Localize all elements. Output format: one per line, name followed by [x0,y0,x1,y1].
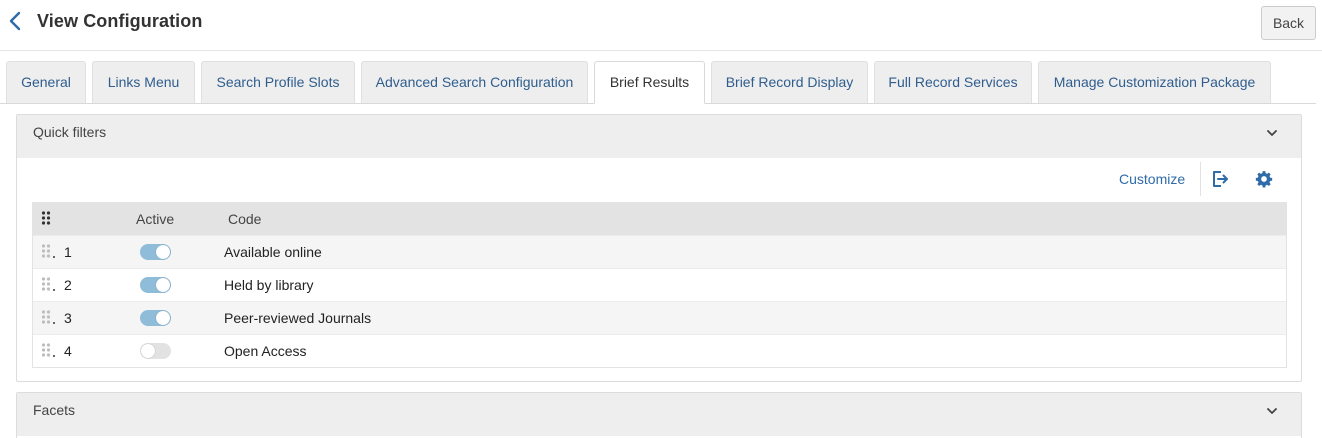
tab-general[interactable]: General [6,61,86,103]
tab-bar: General Links Menu Search Profile Slots … [0,61,1316,104]
tab-advanced-search-configuration[interactable]: Advanced Search Configuration [361,61,588,103]
drag-handle-icon[interactable] [41,309,51,325]
table-header: Active Code [33,203,1286,235]
customize-link[interactable]: Customize [1119,171,1185,187]
column-header-active: Active [136,211,175,227]
active-toggle[interactable] [140,343,171,359]
tab-brief-record-display[interactable]: Brief Record Display [711,61,868,103]
table-row: 3 Peer-reviewed Journals [33,301,1286,334]
drag-handle-icon[interactable] [41,276,51,292]
toggle-knob [156,311,170,325]
row-marker [53,322,55,324]
row-code: Peer-reviewed Journals [224,310,372,326]
active-toggle[interactable] [140,244,171,260]
row-number: 1 [64,244,72,260]
table-row: 4 Open Access [33,334,1286,367]
row-code: Available online [224,244,322,260]
drag-handle-icon[interactable] [41,342,51,358]
active-toggle[interactable] [140,277,171,293]
drag-handle-icon [41,210,51,226]
tab-search-profile-slots[interactable]: Search Profile Slots [201,61,355,103]
active-toggle[interactable] [140,310,171,326]
row-code: Open Access [224,343,307,359]
tab-manage-customization-package[interactable]: Manage Customization Package [1038,61,1271,103]
quick-filters-table: Active Code 1 Available online 2 Held by… [32,202,1287,368]
back-button[interactable]: Back [1261,6,1316,40]
row-marker [53,355,55,357]
row-code: Held by library [224,277,314,293]
toggle-knob [156,245,170,259]
toggle-knob [156,278,170,292]
chevron-left-icon[interactable] [5,9,27,33]
facets-panel: Facets [16,392,1302,438]
chevron-down-icon[interactable] [1265,126,1279,140]
row-number: 4 [64,343,72,359]
tab-links-menu[interactable]: Links Menu [92,61,195,103]
facets-title: Facets [33,402,76,418]
facets-header[interactable]: Facets [17,393,1301,436]
quick-filters-header[interactable]: Quick filters [17,115,1301,158]
row-marker [53,256,55,258]
column-header-code: Code [228,211,262,227]
toggle-knob [141,344,155,358]
tab-brief-results[interactable]: Brief Results [594,61,705,104]
row-number: 3 [64,310,72,326]
quick-filters-title: Quick filters [33,124,107,140]
tab-full-record-services[interactable]: Full Record Services [874,61,1032,103]
toolbar-divider [1200,162,1201,196]
row-marker [53,289,55,291]
page-title: View Configuration [37,11,203,31]
page-header: View Configuration Back [0,0,1322,51]
drag-handle-icon[interactable] [41,243,51,259]
gear-icon[interactable] [1255,170,1273,188]
row-number: 2 [64,277,72,293]
table-row: 2 Held by library [33,268,1286,301]
export-icon[interactable] [1210,169,1230,189]
chevron-down-icon[interactable] [1265,404,1279,418]
table-row: 1 Available online [33,235,1286,268]
quick-filters-panel: Quick filters Customize Active Code 1 Av… [16,114,1302,382]
